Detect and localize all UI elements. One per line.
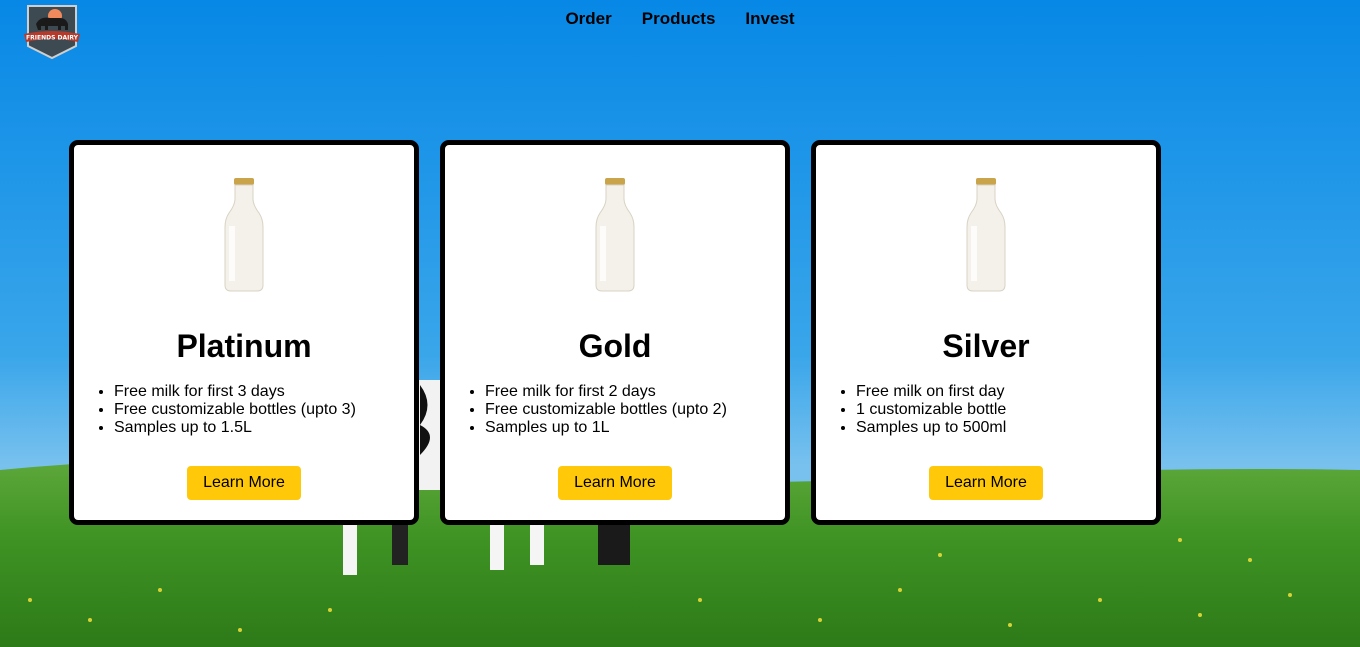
feature-item: Free customizable bottles (upto 3) [114,401,356,419]
learn-more-button[interactable]: Learn More [558,466,672,500]
plan-card-gold: Gold Free milk for first 2 days Free cus… [440,140,790,525]
plan-title: Gold [578,328,652,364]
plan-title: Platinum [176,328,312,364]
feature-item: Free milk on first day [856,383,1006,401]
nav-invest[interactable]: Invest [730,9,809,29]
plan-card-silver: Silver Free milk on first day 1 customiz… [811,140,1161,525]
learn-more-button[interactable]: Learn More [929,466,1043,500]
feature-item: Samples up to 1L [485,419,727,437]
plan-cards: Platinum Free milk for first 3 days Free… [69,140,1161,525]
feature-item: Samples up to 500ml [856,419,1006,437]
plan-title: Silver [942,328,1030,364]
feature-item: Samples up to 1.5L [114,419,356,437]
feature-list: Free milk on first day 1 customizable bo… [856,383,1006,437]
milk-bottle-image [595,178,635,292]
plan-card-platinum: Platinum Free milk for first 3 days Free… [69,140,419,525]
feature-item: Free milk for first 3 days [114,383,356,401]
milk-bottle-image [966,178,1006,292]
nav-products[interactable]: Products [627,9,731,29]
feature-list: Free milk for first 2 days Free customiz… [485,383,727,437]
feature-item: Free customizable bottles (upto 2) [485,401,727,419]
feature-item: 1 customizable bottle [856,401,1006,419]
nav-order[interactable]: Order [550,9,626,29]
feature-item: Free milk for first 2 days [485,383,727,401]
milk-bottle-image [224,178,264,292]
main-nav: Order Products Invest [0,9,1360,29]
feature-list: Free milk for first 3 days Free customiz… [114,383,356,437]
svg-text:FRIENDS DAIRY: FRIENDS DAIRY [26,35,79,42]
learn-more-button[interactable]: Learn More [187,466,301,500]
